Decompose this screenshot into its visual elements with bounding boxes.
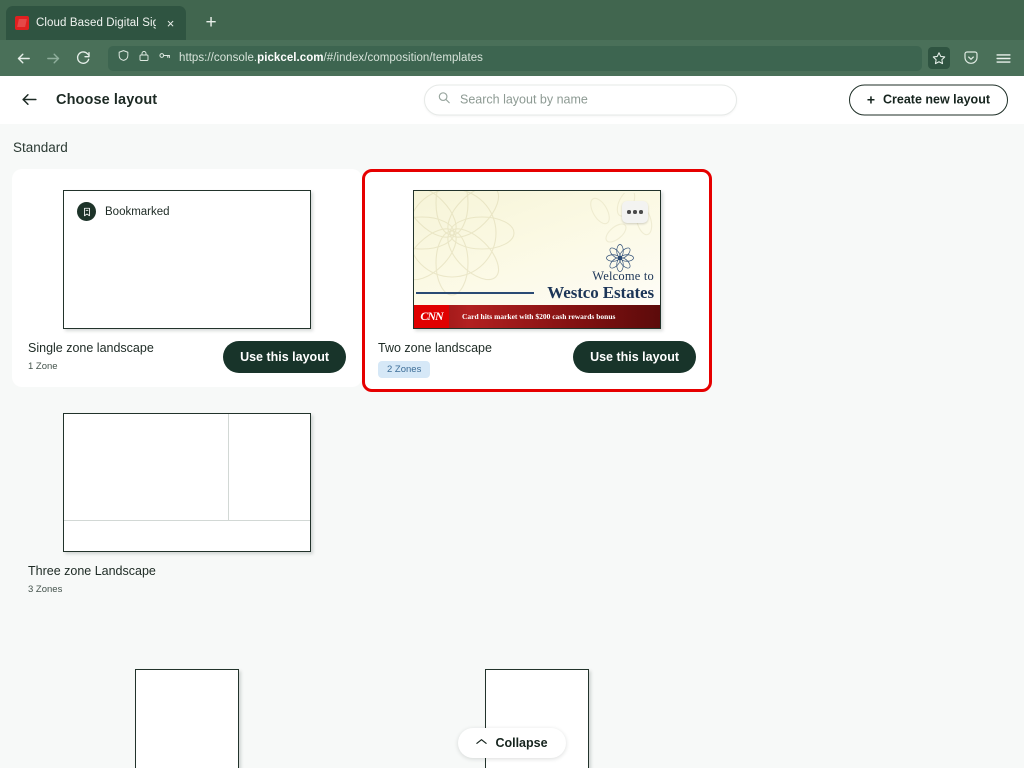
create-new-layout-button[interactable]: + Create new layout: [849, 84, 1008, 115]
url-domain: pickcel.com: [257, 52, 323, 64]
layout-meta: Three zone Landscape 3 Zones: [28, 564, 156, 595]
layout-cell: Three zone Landscape 3 Zones: [12, 392, 362, 609]
search-input[interactable]: [460, 93, 724, 107]
lock-icon[interactable]: [138, 49, 150, 67]
layout-name: Two zone landscape: [378, 341, 492, 355]
cnn-logo: CNN: [414, 305, 449, 328]
welcome-line-1: Welcome to: [547, 269, 654, 284]
tab-title: Cloud Based Digital Signage Pro: [36, 17, 156, 29]
plus-icon: +: [867, 93, 875, 107]
layout-cell: Welcome to Westco Estates CNN Card hits …: [362, 169, 712, 392]
chevron-up-icon: [476, 738, 487, 748]
layout-card-three-zone-landscape[interactable]: Three zone Landscape 3 Zones: [12, 392, 362, 609]
layout-card-single-zone-landscape[interactable]: Bookmarked Single zone landscape 1 Zone …: [12, 169, 362, 387]
layout-card-two-zone-landscape[interactable]: Welcome to Westco Estates CNN Card hits …: [362, 169, 712, 392]
layout-preview: Bookmarked: [63, 190, 311, 329]
bookmarked-indicator: Bookmarked: [64, 191, 310, 221]
preview-artwork: Welcome to Westco Estates CNN Card hits …: [414, 191, 660, 328]
zone-badge: 2 Zones: [378, 361, 430, 378]
layout-preview: [63, 413, 311, 552]
layout-name: Single zone landscape: [28, 341, 154, 355]
app-header: Choose layout + Create new layout: [0, 76, 1024, 124]
search-layout-field[interactable]: [424, 84, 737, 115]
collapse-label: Collapse: [495, 736, 547, 750]
forward-arrow-icon[interactable]: [38, 44, 68, 72]
preview-news-ticker: CNN Card hits market with $200 cash rewa…: [414, 305, 660, 328]
layout-meta: Single zone landscape 1 Zone: [28, 341, 154, 372]
preview-welcome-text: Welcome to Westco Estates: [547, 269, 654, 303]
use-this-layout-button[interactable]: Use this layout: [573, 341, 696, 373]
url-prefix: https://console.: [179, 52, 257, 64]
layout-meta: Two zone landscape 2 Zones: [378, 341, 492, 378]
page-title: Choose layout: [56, 92, 157, 108]
back-arrow-icon[interactable]: [8, 44, 38, 72]
ticker-headline: Card hits market with $200 cash rewards …: [462, 312, 615, 321]
tab-strip: Cloud Based Digital Signage Pro × +: [0, 0, 1024, 40]
collapse-bar: Collapse: [0, 728, 1024, 758]
reload-icon[interactable]: [68, 44, 98, 72]
toolbar-right: [952, 44, 1016, 72]
search-icon: [437, 90, 451, 109]
bookmark-icon: [77, 202, 96, 221]
layout-zone-count: 3 Zones: [28, 584, 156, 595]
use-this-layout-button[interactable]: Use this layout: [223, 341, 346, 373]
layout-name: Three zone Landscape: [28, 564, 156, 578]
shield-icon[interactable]: [117, 49, 130, 67]
zone-divider-horizontal: [64, 520, 310, 521]
bookmarked-label: Bookmarked: [105, 206, 170, 218]
layout-gallery: Standard Bookmarked Single zone landscap…: [0, 124, 1024, 768]
hamburger-menu-icon[interactable]: [990, 44, 1016, 72]
star-icon[interactable]: [928, 47, 950, 69]
layout-cell: Bookmarked Single zone landscape 1 Zone …: [12, 169, 362, 392]
layout-card-footer: Two zone landscape 2 Zones Use this layo…: [376, 341, 698, 378]
navigation-toolbar: https://console.pickcel.com/#/index/comp…: [0, 40, 1024, 76]
layout-preview: Welcome to Westco Estates CNN Card hits …: [413, 190, 661, 329]
layout-card-footer: Single zone landscape 1 Zone Use this la…: [26, 341, 348, 373]
zone-divider-vertical: [228, 414, 229, 521]
layout-card-footer: Three zone Landscape 3 Zones: [26, 564, 348, 595]
row-spacer: [12, 609, 1012, 657]
address-bar[interactable]: https://console.pickcel.com/#/index/comp…: [108, 46, 922, 71]
section-title-standard: Standard: [0, 140, 1024, 155]
key-icon[interactable]: [158, 49, 171, 67]
more-options-icon[interactable]: [622, 201, 648, 223]
pocket-icon[interactable]: [958, 44, 984, 72]
url-path: /#/index/composition/templates: [324, 52, 483, 64]
preview-rule: [416, 292, 534, 294]
pickcel-favicon: [15, 16, 29, 30]
layout-zone-count: 1 Zone: [28, 361, 154, 372]
welcome-line-2: Westco Estates: [547, 283, 654, 303]
tab-title-main: Cloud Based Digital Signage: [36, 17, 156, 29]
browser-tab-active[interactable]: Cloud Based Digital Signage Pro ×: [6, 6, 186, 40]
collapse-button[interactable]: Collapse: [458, 728, 565, 758]
browser-chrome: Cloud Based Digital Signage Pro × + http…: [0, 0, 1024, 76]
create-new-layout-label: Create new layout: [883, 93, 990, 107]
page-back-arrow-icon[interactable]: [16, 87, 42, 113]
new-tab-button[interactable]: +: [196, 8, 226, 38]
layout-grid: Bookmarked Single zone landscape 1 Zone …: [0, 169, 1024, 768]
close-icon[interactable]: ×: [163, 16, 178, 31]
url-text[interactable]: https://console.pickcel.com/#/index/comp…: [179, 52, 916, 64]
